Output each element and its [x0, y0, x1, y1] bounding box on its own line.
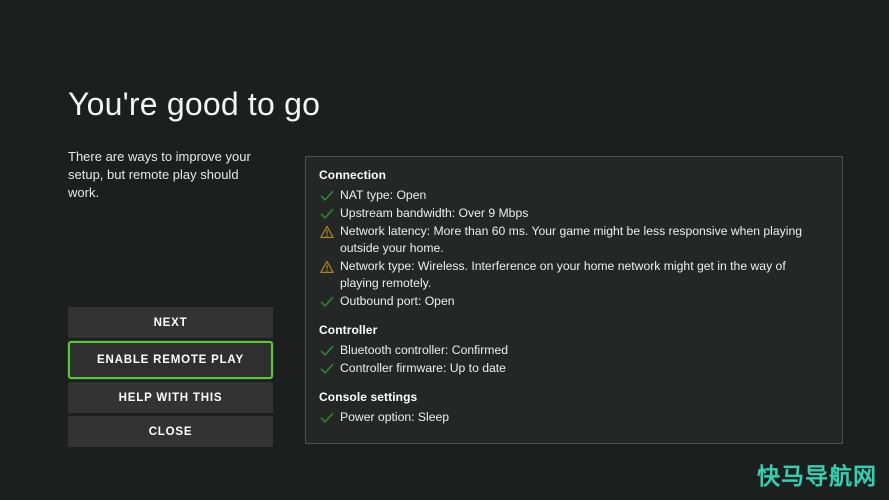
- diagnostics-item-text: Network type: Wireless. Interference on …: [340, 259, 786, 290]
- button-label: CLOSE: [148, 425, 193, 438]
- warning-triangle-icon: [318, 258, 340, 275]
- diagnostics-item-text: Outbound port: Open: [340, 294, 455, 308]
- diagnostics-item-text: Controller firmware: Up to date: [340, 361, 506, 375]
- diagnostics-section: Controller Bluetooth controller: Confirme…: [318, 323, 828, 377]
- help-with-this-button[interactable]: HELP WITH THIS: [68, 382, 273, 413]
- diagnostics-item-text: Power option: Sleep: [340, 410, 450, 424]
- diagnostics-item: Controller firmware: Up to date: [318, 360, 828, 377]
- site-watermark: 快马导航网: [757, 464, 877, 490]
- diagnostics-section: Connection NAT type: Open Upstream bandwid…: [318, 168, 828, 310]
- diagnostics-item-text: Bluetooth controller: Confirmed: [340, 343, 509, 357]
- action-button-stack: NEXT ENABLE REMOTE PLAY HELP WITH THIS CLOS…: [68, 307, 273, 447]
- diagnostics-section: Console settings Power option: Sleep: [318, 390, 828, 426]
- close-button[interactable]: CLOSE: [68, 416, 273, 447]
- diagnostics-item: Outbound port: Open: [318, 293, 828, 310]
- button-label: ENABLE REMOTE PLAY: [97, 354, 244, 366]
- button-label: NEXT: [153, 316, 188, 329]
- check-icon: [318, 409, 340, 426]
- check-icon: [318, 360, 340, 377]
- check-icon: [318, 187, 340, 204]
- button-label: HELP WITH THIS: [118, 391, 223, 404]
- diagnostics-item: NAT type: Open: [318, 187, 828, 204]
- left-column: You're good to go There are ways to impr…: [68, 84, 321, 202]
- diagnostics-item: Network type: Wireless. Interference on …: [318, 258, 828, 292]
- diagnostics-item: Power option: Sleep: [318, 409, 828, 426]
- diagnostics-item-text: Network latency: More than 60 ms. Your g…: [340, 224, 803, 255]
- section-heading: Controller: [319, 323, 378, 337]
- diagnostics-item: Bluetooth controller: Confirmed: [318, 342, 828, 359]
- diagnostics-panel: Connection NAT type: Open Upstream bandwid…: [305, 156, 843, 444]
- check-icon: [318, 205, 340, 222]
- diagnostics-item-text: Upstream bandwidth: Over 9 Mbps: [340, 206, 529, 220]
- check-icon: [318, 342, 340, 359]
- section-heading: Connection: [319, 168, 386, 182]
- page-subtitle: There are ways to improve your setup, bu…: [68, 149, 251, 200]
- page-title: You're good to go: [68, 86, 321, 122]
- diagnostics-item-text: NAT type: Open: [340, 188, 427, 202]
- check-icon: [318, 293, 340, 310]
- diagnostics-item: Network latency: More than 60 ms. Your g…: [318, 223, 828, 257]
- remote-play-setup-screen: You're good to go There are ways to impr…: [0, 0, 889, 500]
- diagnostics-sections: Connection NAT type: Open Upstream bandwid…: [318, 168, 828, 426]
- warning-triangle-icon: [318, 223, 340, 240]
- section-heading: Console settings: [319, 390, 418, 404]
- diagnostics-item: Upstream bandwidth: Over 9 Mbps: [318, 205, 828, 222]
- next-button[interactable]: NEXT: [68, 307, 273, 338]
- enable-remote-play-button[interactable]: ENABLE REMOTE PLAY: [68, 341, 273, 379]
